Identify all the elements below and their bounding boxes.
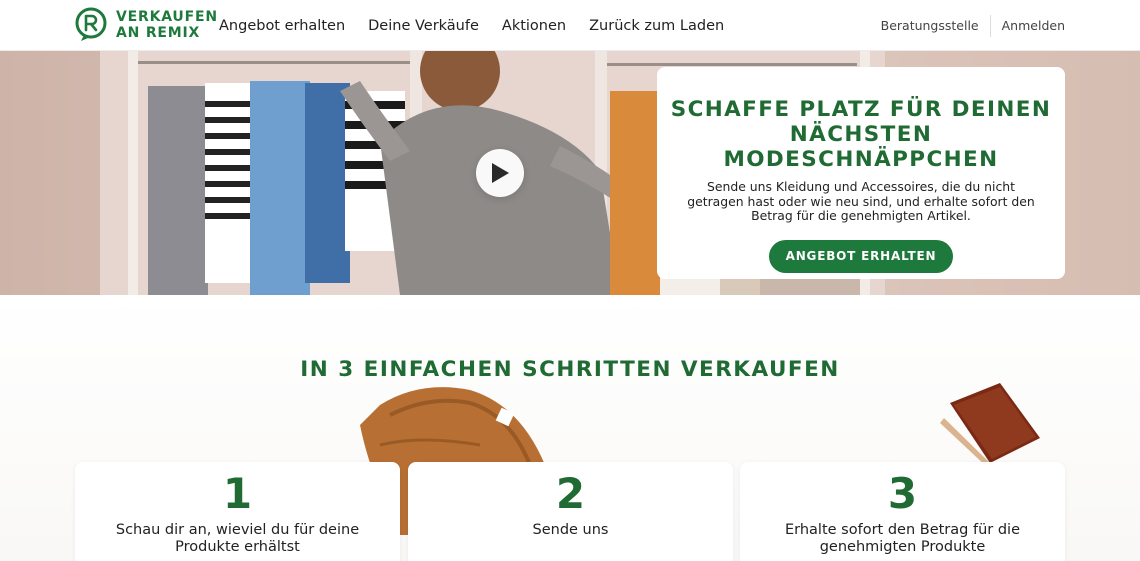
step-number: 2 xyxy=(555,469,586,518)
step-text: Schau dir an, wieviel du für deine Produ… xyxy=(115,522,360,555)
hero-description: Sende uns Kleidung und Accessoires, die … xyxy=(687,179,1035,223)
step-card-1: 1 Schau dir an, wieviel du für deine Pro… xyxy=(75,462,400,561)
brand-name: VERKAUFEN AN REMIX xyxy=(116,9,218,41)
steps-heading: IN 3 EINFACHEN SCHRITTEN VERKAUFEN xyxy=(300,357,840,382)
step-card-3: 3 Erhalte sofort den Betrag für die gene… xyxy=(740,462,1065,561)
remix-logo-icon xyxy=(75,7,107,41)
step-number: 1 xyxy=(222,469,253,518)
nav-item-my-sales[interactable]: Deine Verkäufe xyxy=(368,18,479,34)
hero-card: SCHAFFE PLATZ FÜR DEINEN NÄCHSTEN MODESC… xyxy=(657,67,1065,279)
account-nav: Beratungsstelle Anmelden xyxy=(881,0,1065,51)
hero-title-line1: SCHAFFE PLATZ FÜR DEINEN xyxy=(670,97,1052,122)
steps-section: IN 3 EINFACHEN SCHRITTEN VERKAUFEN 1 Sch… xyxy=(0,295,1140,561)
nav-divider xyxy=(989,14,991,37)
hero-section: SCHAFFE PLATZ FÜR DEINEN NÄCHSTEN MODESC… xyxy=(0,51,1140,295)
login-link[interactable]: Anmelden xyxy=(1002,18,1065,33)
nav-item-back-to-shop[interactable]: Zurück zum Laden xyxy=(589,18,724,34)
brand-name-line1: VERKAUFEN xyxy=(116,9,218,25)
hero-title-line2: NÄCHSTEN MODESCHNÄPPCHEN xyxy=(723,122,999,172)
hero-title: SCHAFFE PLATZ FÜR DEINEN NÄCHSTEN MODESC… xyxy=(657,97,1065,172)
site-header: VERKAUFEN AN REMIX Angebot erhalten Dein… xyxy=(0,0,1140,51)
step-number: 3 xyxy=(887,469,918,518)
help-link[interactable]: Beratungsstelle xyxy=(881,18,979,33)
main-nav: Angebot erhalten Deine Verkäufe Aktionen… xyxy=(219,0,747,51)
nav-item-get-offer[interactable]: Angebot erhalten xyxy=(219,18,345,34)
brand-name-line2: AN REMIX xyxy=(116,25,201,41)
brand-logo[interactable]: VERKAUFEN AN REMIX xyxy=(74,7,218,43)
play-video-button[interactable] xyxy=(476,149,524,197)
step-card-2: 2 Sende uns xyxy=(408,462,733,561)
get-offer-button[interactable]: ANGEBOT ERHALTEN xyxy=(768,239,954,273)
step-text: Erhalte sofort den Betrag für die genehm… xyxy=(784,522,1020,555)
play-icon xyxy=(492,163,509,183)
step-text: Sende uns xyxy=(532,522,609,538)
wallet-image xyxy=(940,383,1040,468)
nav-item-promotions[interactable]: Aktionen xyxy=(502,18,566,34)
